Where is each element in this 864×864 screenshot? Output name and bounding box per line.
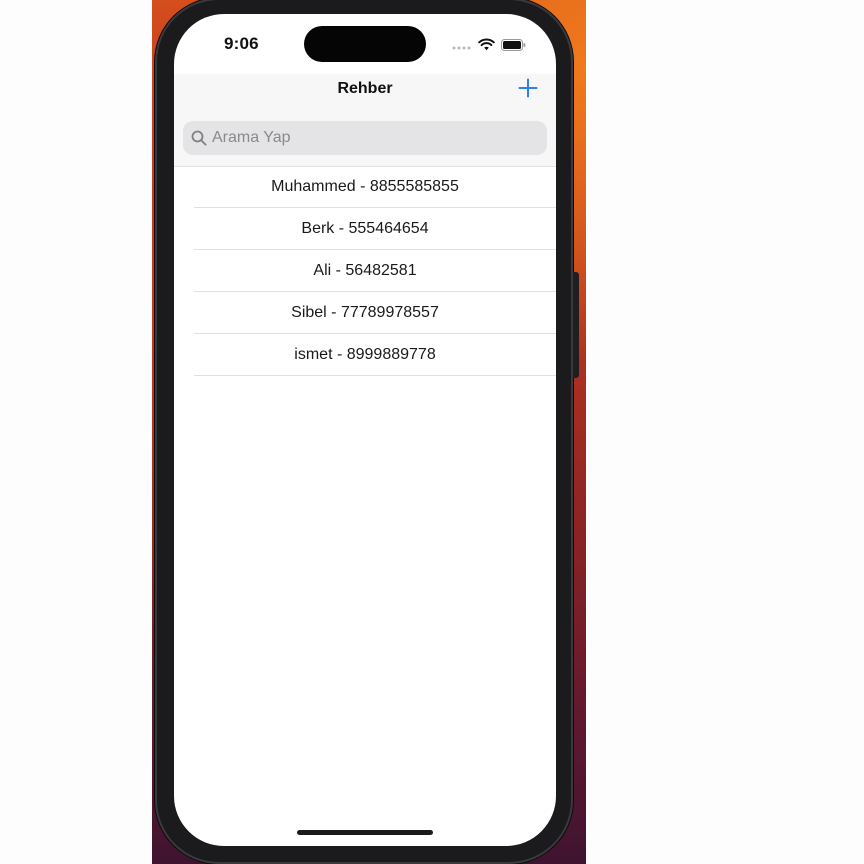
signal-dots-icon xyxy=(452,38,472,56)
list-item[interactable]: Ali - 56482581 xyxy=(174,250,556,292)
search-bar xyxy=(174,110,556,167)
list-item[interactable]: Berk - 555464654 xyxy=(174,208,556,250)
status-icons xyxy=(452,38,526,56)
page-title: Rehber xyxy=(337,80,393,97)
search-icon xyxy=(190,129,208,147)
add-contact-button[interactable] xyxy=(516,78,540,102)
home-indicator[interactable] xyxy=(297,830,433,835)
plus-icon xyxy=(518,78,538,103)
stage: 9:06 Rehber Arama Yap Muhammed - 8855585… xyxy=(0,0,864,864)
status-bar: 9:06 xyxy=(174,14,556,74)
list-item[interactable]: Muhammed - 8855585855 xyxy=(174,166,556,208)
search-field[interactable] xyxy=(183,121,547,155)
dynamic-island xyxy=(304,26,426,62)
list-item[interactable]: ismet - 8999889778 xyxy=(174,334,556,376)
side-button xyxy=(573,272,579,378)
search-input[interactable] xyxy=(212,129,532,147)
status-time: 9:06 xyxy=(224,34,259,53)
list-item[interactable]: Sibel - 77789978557 xyxy=(174,292,556,334)
contact-list: Muhammed - 8855585855 Berk - 555464654 A… xyxy=(174,166,556,376)
battery-icon xyxy=(501,38,526,56)
wifi-icon xyxy=(478,38,495,56)
phone-screen: 9:06 Rehber Arama Yap Muhammed - 8855585… xyxy=(174,14,556,846)
navigation-bar: Rehber xyxy=(174,74,556,110)
